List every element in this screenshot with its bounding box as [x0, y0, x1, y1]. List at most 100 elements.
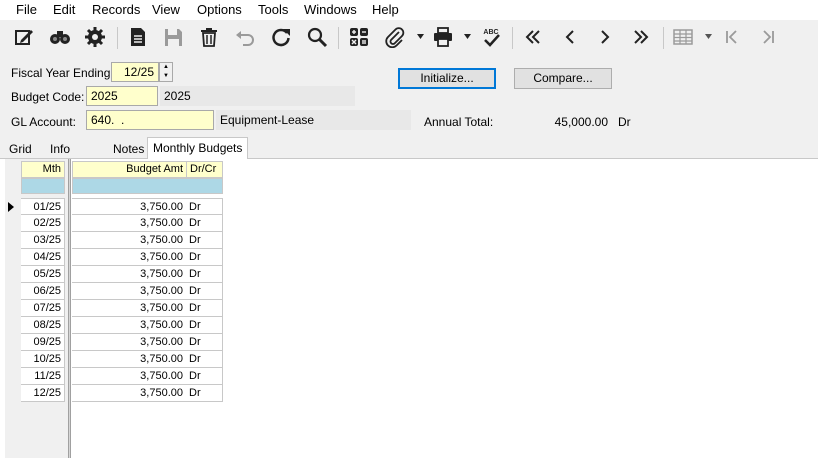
cell-budget-amt[interactable]: 3,750.00 — [72, 368, 187, 385]
fiscal-year-label: Fiscal Year Ending: — [11, 66, 114, 80]
cell-drcr[interactable]: Dr — [186, 198, 223, 215]
chevron-down-icon[interactable] — [417, 34, 424, 39]
menu-bar: File Edit Records View Options Tools Win… — [0, 0, 818, 20]
cell-drcr[interactable]: Dr — [186, 334, 223, 351]
toolbar-separator — [338, 27, 339, 49]
menu-tools[interactable]: Tools — [258, 2, 288, 18]
gl-account-description: Equipment-Lease — [216, 110, 411, 130]
cell-drcr[interactable]: Dr — [186, 385, 223, 402]
cell-budget-amt[interactable]: 3,750.00 — [72, 351, 187, 368]
refresh-icon[interactable] — [268, 25, 294, 49]
calculator-icon[interactable] — [346, 25, 372, 49]
toolbar-separator — [663, 27, 664, 49]
gl-account-label: GL Account: — [11, 115, 76, 129]
filter-cell-budget[interactable] — [72, 178, 223, 194]
cell-mth[interactable]: 06/25 — [21, 283, 65, 300]
chevron-down-icon[interactable] — [705, 34, 712, 39]
last-record-icon[interactable] — [628, 25, 654, 49]
previous-record-icon[interactable] — [557, 25, 583, 49]
edit-icon[interactable] — [11, 25, 37, 49]
current-row-indicator — [8, 202, 14, 212]
column-header-budget-amt[interactable]: Budget Amt — [72, 161, 187, 178]
undo-icon[interactable] — [232, 25, 258, 49]
last-page-icon[interactable] — [755, 25, 781, 49]
menu-edit[interactable]: Edit — [53, 2, 75, 18]
gl-account-field[interactable]: 640. . — [86, 110, 214, 130]
cell-mth[interactable]: 02/25 — [21, 215, 65, 232]
print-icon[interactable] — [430, 25, 456, 49]
cell-mth[interactable]: 10/25 — [21, 351, 65, 368]
document-icon[interactable] — [125, 25, 151, 49]
menu-file[interactable]: File — [16, 2, 37, 18]
spellcheck-text: ABC — [483, 29, 498, 36]
compare-button[interactable]: Compare... — [514, 68, 612, 89]
cell-budget-amt[interactable]: 3,750.00 — [72, 266, 187, 283]
menu-options[interactable]: Options — [197, 2, 242, 18]
cell-budget-amt[interactable]: 3,750.00 — [72, 317, 187, 334]
menu-records[interactable]: Records — [92, 2, 140, 18]
cell-drcr[interactable]: Dr — [186, 266, 223, 283]
cell-mth[interactable]: 07/25 — [21, 300, 65, 317]
first-record-icon[interactable] — [520, 25, 546, 49]
grid-view-icon[interactable] — [670, 25, 696, 49]
annual-total-label: Annual Total: — [424, 115, 494, 129]
budget-code-label: Budget Code: — [11, 90, 85, 104]
cell-mth[interactable]: 12/25 — [21, 385, 65, 402]
first-page-icon[interactable] — [719, 25, 745, 49]
menu-windows[interactable]: Windows — [304, 2, 357, 18]
toolbar-separator — [512, 27, 513, 49]
cell-mth[interactable]: 04/25 — [21, 249, 65, 266]
cell-mth[interactable]: 11/25 — [21, 368, 65, 385]
spin-up-icon[interactable]: ▲ — [160, 63, 172, 72]
filter-cell-mth[interactable] — [21, 178, 65, 194]
tab-notes[interactable]: Notes — [108, 140, 149, 159]
budget-code-field[interactable]: 2025 — [86, 86, 158, 106]
cell-budget-amt[interactable]: 3,750.00 — [72, 385, 187, 402]
cell-budget-amt[interactable]: 3,750.00 — [72, 283, 187, 300]
cell-drcr[interactable]: Dr — [186, 232, 223, 249]
chevron-down-icon[interactable] — [464, 34, 471, 39]
cell-budget-amt[interactable]: 3,750.00 — [72, 334, 187, 351]
cell-budget-amt[interactable]: 3,750.00 — [72, 249, 187, 266]
column-header-drcr[interactable]: Dr/Cr — [186, 161, 223, 178]
cell-drcr[interactable]: Dr — [186, 351, 223, 368]
spellcheck-icon[interactable]: ABC — [478, 25, 504, 49]
cell-mth[interactable]: 01/25 — [21, 198, 65, 215]
spin-down-icon[interactable]: ▼ — [160, 72, 172, 81]
cell-mth[interactable]: 03/25 — [21, 232, 65, 249]
tab-info[interactable]: Info — [45, 140, 75, 159]
cell-budget-amt[interactable]: 3,750.00 — [72, 198, 187, 215]
search-icon[interactable] — [304, 25, 330, 49]
cell-drcr[interactable]: Dr — [186, 249, 223, 266]
column-header-mth[interactable]: Mth — [21, 161, 65, 178]
menu-view[interactable]: View — [152, 2, 180, 18]
annual-total-drcr: Dr — [618, 115, 631, 129]
cell-drcr[interactable]: Dr — [186, 368, 223, 385]
cell-drcr[interactable]: Dr — [186, 215, 223, 232]
delete-icon[interactable] — [196, 25, 222, 49]
annual-total-value: 45,000.00 — [554, 115, 608, 129]
attach-icon[interactable] — [382, 25, 408, 49]
cell-mth[interactable]: 08/25 — [21, 317, 65, 334]
cell-drcr[interactable]: Dr — [186, 283, 223, 300]
tab-monthly-budgets[interactable]: Monthly Budgets — [147, 137, 249, 159]
find-icon[interactable] — [47, 25, 73, 49]
next-record-icon[interactable] — [592, 25, 618, 49]
grid-splitter[interactable] — [68, 159, 71, 458]
cell-drcr[interactable]: Dr — [186, 300, 223, 317]
toolbar: ABC — [0, 20, 818, 54]
save-icon[interactable] — [160, 25, 186, 49]
cell-budget-amt[interactable]: 3,750.00 — [72, 300, 187, 317]
cell-mth[interactable]: 05/25 — [21, 266, 65, 283]
settings-icon[interactable] — [82, 25, 108, 49]
fiscal-year-spinner[interactable]: ▲ ▼ — [159, 62, 173, 82]
menu-help[interactable]: Help — [372, 2, 399, 18]
budget-code-description: 2025 — [160, 86, 355, 106]
tab-grid[interactable]: Grid — [4, 140, 37, 159]
fiscal-year-field[interactable]: 12/25 — [111, 62, 159, 82]
cell-budget-amt[interactable]: 3,750.00 — [72, 232, 187, 249]
cell-budget-amt[interactable]: 3,750.00 — [72, 215, 187, 232]
initialize-button[interactable]: Initialize... — [398, 68, 496, 89]
cell-mth[interactable]: 09/25 — [21, 334, 65, 351]
cell-drcr[interactable]: Dr — [186, 317, 223, 334]
